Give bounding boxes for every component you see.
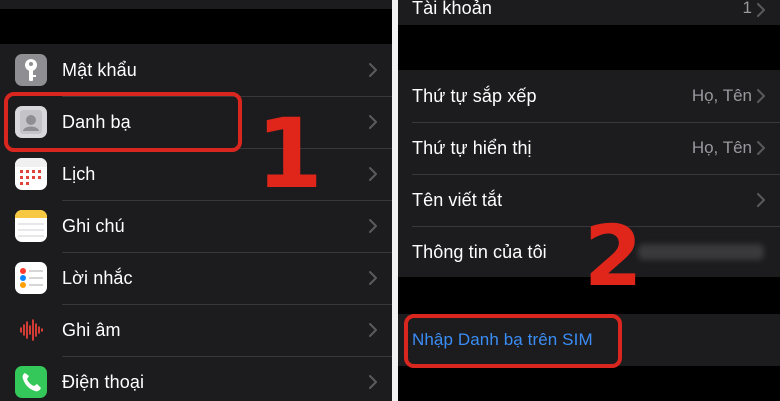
display-order-value: Họ, Tên <box>691 138 752 157</box>
voice-memos-icon <box>15 314 47 346</box>
settings-row-display-order[interactable]: Thứ tự hiển thị Họ, Tên <box>398 122 780 174</box>
row-label: Điện thoại <box>62 371 145 392</box>
calendar-icon <box>15 158 47 190</box>
settings-row-passwords[interactable]: Mật khẩu <box>0 44 392 96</box>
chevron-right-icon <box>756 88 766 104</box>
top-strip <box>0 0 392 9</box>
phone-icon <box>15 366 47 398</box>
chevron-right-icon <box>368 62 378 78</box>
notes-icon <box>15 210 47 242</box>
settings-app-list-panel: Mật khẩu Danh bạ Lịch Ghi chú Lời nhắc G… <box>0 0 392 401</box>
step1-highlight-box <box>4 92 242 152</box>
accounts-count: 1 <box>742 0 752 17</box>
settings-row-sort-order[interactable]: Thứ tự sắp xếp Họ, Tên <box>398 70 780 122</box>
chevron-right-icon <box>368 270 378 286</box>
accounts-group: Tài khoản 1 <box>398 0 780 25</box>
row-label: Ghi chú <box>62 215 125 236</box>
step2-number: 2 <box>584 207 643 305</box>
chevron-right-icon <box>368 218 378 234</box>
step2-highlight-box <box>404 314 622 368</box>
chevron-right-icon <box>368 322 378 338</box>
reminders-icon <box>15 262 47 294</box>
row-label: Tài khoản <box>412 0 492 18</box>
step1-number: 1 <box>256 98 323 210</box>
chevron-right-icon <box>368 114 378 130</box>
row-label: Tên viết tắt <box>412 189 503 210</box>
chevron-right-icon <box>756 192 766 208</box>
row-label: Lịch <box>62 163 96 184</box>
chevron-right-icon <box>756 140 766 156</box>
chevron-right-icon <box>368 374 378 390</box>
settings-row-accounts[interactable]: Tài khoản 1 <box>398 0 780 25</box>
row-label: Thứ tự hiển thị <box>412 137 532 158</box>
settings-row-voice-memos[interactable]: Ghi âm <box>0 304 392 356</box>
settings-row-reminders[interactable]: Lời nhắc <box>0 252 392 304</box>
row-label: Thông tin của tôi <box>412 241 547 262</box>
row-label: Mật khẩu <box>62 59 137 80</box>
key-icon <box>15 54 47 86</box>
row-label: Lời nhắc <box>62 267 133 288</box>
chevron-right-icon <box>756 2 766 18</box>
settings-row-calendar[interactable]: Lịch <box>0 148 392 200</box>
sort-order-value: Họ, Tên <box>691 86 752 105</box>
chevron-right-icon <box>368 166 378 182</box>
settings-row-notes[interactable]: Ghi chú <box>0 200 392 252</box>
row-label: Thứ tự sắp xếp <box>412 85 537 106</box>
row-label: Ghi âm <box>62 319 121 340</box>
my-info-blurred-value <box>638 244 764 260</box>
settings-row-phone[interactable]: Điện thoại <box>0 356 392 401</box>
contacts-settings-panel: Tài khoản 1 Thứ tự sắp xếp Họ, Tên Thứ t… <box>398 0 780 401</box>
